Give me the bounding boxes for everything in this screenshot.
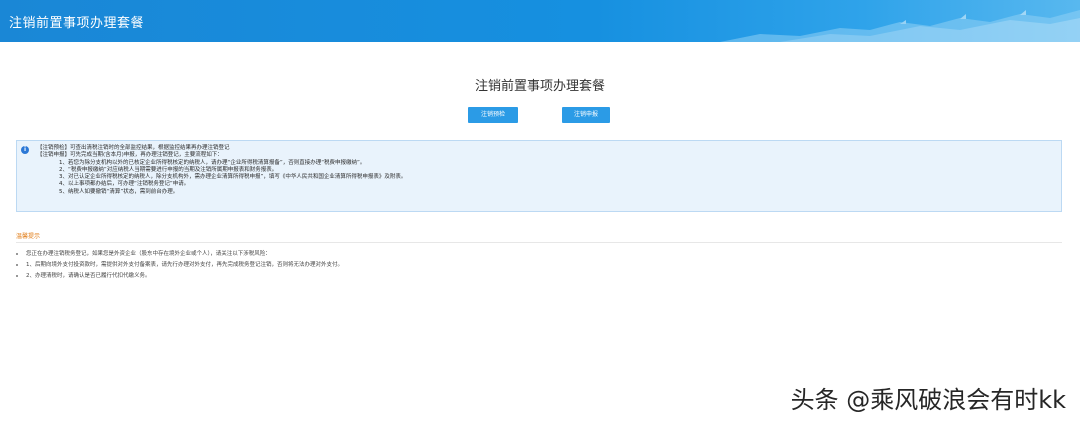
- tips-title: 温馨提示: [16, 233, 41, 240]
- header-bar: 注销前置事项办理套餐: [0, 0, 1080, 42]
- tip-text: 2、办理清税时，请确认是否已履行代扣代缴义务。: [26, 273, 151, 279]
- info-icon: i: [21, 146, 29, 154]
- great-wall-decoration-icon: [720, 10, 1080, 42]
- notice-line: 【注销申报】可先完成当期(含本月)申报，再办理注销登记，主要流程如下：: [37, 152, 223, 159]
- notice-line: 4、以上事项都办结后，可办理“注销税务登记”申请。: [59, 181, 190, 188]
- divider: [16, 242, 1062, 243]
- list-item: 1、后期向境外支付投资款时，需提供对外支付备案表，请先行办理对外支付，再先完成税…: [16, 260, 343, 271]
- bullet-icon: [16, 252, 18, 255]
- watermark: 头条 @乘风破浪会有时kk: [790, 386, 1066, 414]
- header-title: 注销前置事项办理套餐: [9, 16, 145, 31]
- tip-text: 1、后期向境外支付投资款时，需提供对外支付备案表，请先行办理对外支付，再先完成税…: [26, 262, 344, 268]
- bullet-icon: [16, 263, 18, 266]
- tip-text: 您正在办理注销税务登记，如果您是外资企业（股东中存在境外企业或个人），请关注以下…: [26, 251, 271, 257]
- list-item: 您正在办理注销税务登记，如果您是外资企业（股东中存在境外企业或个人），请关注以下…: [16, 249, 343, 260]
- page-title: 注销前置事项办理套餐: [474, 79, 605, 94]
- list-item: 2、办理清税时，请确认是否已履行代扣代缴义务。: [16, 271, 343, 282]
- tips-list: 您正在办理注销税务登记，如果您是外资企业（股东中存在境外企业或个人），请关注以下…: [16, 249, 343, 282]
- notice-panel: i 【注销预检】可查出清税注销时的全部监控结果，根据监控结果再办理注销登记 【注…: [16, 140, 1062, 212]
- notice-line: 5、纳税人如要撤销“清算”状态，需到前台办理。: [59, 188, 179, 195]
- cancellation-declaration-button[interactable]: 注销申报: [562, 107, 610, 123]
- notice-text: 【注销预检】可查出清税注销时的全部监控结果，根据监控结果再办理注销登记 【注销申…: [37, 145, 406, 196]
- cancellation-precheck-button[interactable]: 注销预检: [468, 107, 518, 123]
- bullet-icon: [16, 274, 18, 277]
- notice-line: 1、若您为除分支机构以外的已核定企业所得税核定的纳税人，请办理“企业所得税清算报…: [59, 159, 366, 166]
